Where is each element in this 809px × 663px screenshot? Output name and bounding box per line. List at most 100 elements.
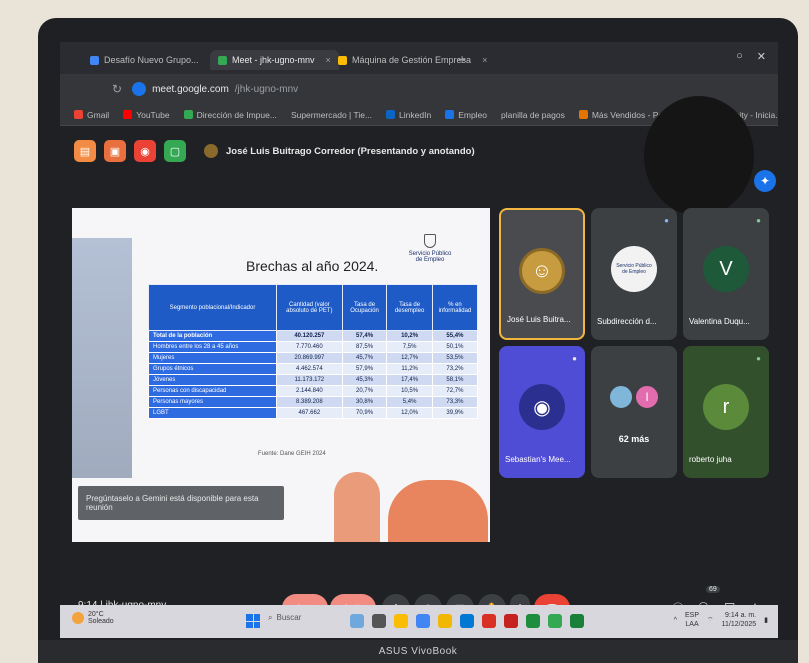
table-cell: 57,9% [341, 363, 388, 375]
presented-slide: Brechas al año 2024. Servicio Público de… [72, 208, 490, 542]
app-icon[interactable] [482, 614, 496, 628]
participant-name: Subdirección d... [597, 317, 657, 326]
taskbar-apps [350, 614, 584, 628]
dian-icon [183, 110, 193, 119]
table-cell: 30,8% [341, 396, 388, 408]
participant-tile[interactable]: ● V Valentina Duqu... [683, 208, 769, 340]
task-view-icon[interactable] [372, 614, 386, 628]
app-icon[interactable] [504, 614, 518, 628]
clock-date: 11/12/2025 [721, 621, 757, 628]
chevron-up-icon[interactable]: ^ [674, 617, 677, 624]
bookmark-label: Gmail [87, 109, 110, 120]
gmail-icon [74, 110, 83, 119]
table-cell: 11.173.172 [276, 374, 343, 386]
tab-favicon [90, 55, 99, 65]
table-cell: Grupos étnicos [148, 363, 277, 375]
tab-maquina[interactable]: Máquina de Gestión Empresa × [330, 50, 495, 70]
bookmark-dian[interactable]: Dirección de Impue... [183, 109, 277, 120]
table-cell: 57,4% [341, 330, 388, 342]
bookmark-youtube[interactable]: YouTube [123, 110, 170, 120]
url-field[interactable]: meet.google.com/jhk-ugno-mnv [132, 82, 298, 96]
close-icon[interactable]: × [482, 55, 487, 65]
chart-icon [578, 110, 588, 119]
record-icon[interactable]: ◉ [134, 140, 156, 162]
edge-icon[interactable] [460, 614, 474, 628]
avatar: V [703, 246, 749, 292]
bookmark-linkedin[interactable]: LinkedIn [386, 110, 431, 120]
bookmark-supermercado[interactable]: Supermercado | Tie... [291, 110, 372, 120]
minimize-icon[interactable]: ○ [736, 50, 743, 63]
table-cell: Mujeres [148, 352, 277, 364]
avatar-wrap: ☺ [501, 248, 583, 294]
windows-start-icon[interactable] [246, 614, 260, 628]
tab-label: Desafío Nuevo Grupo... [104, 55, 199, 65]
notification-icon[interactable]: ▮ [764, 616, 768, 624]
weather-widget[interactable]: 20°C Soleado [72, 611, 114, 625]
language-indicator[interactable]: ESP LAA [685, 611, 699, 629]
new-tab-button[interactable]: + [458, 51, 466, 67]
table-row: Total de la población 40.120.257 57,4% 10,2… [148, 330, 479, 342]
close-window-icon[interactable]: ✕ [757, 50, 766, 63]
mic-icon: ● [572, 354, 577, 363]
slide-decoration [334, 472, 380, 542]
tab-meet[interactable]: Meet - jhk-ugno-mnv × [210, 50, 339, 70]
participant-tile[interactable]: ☺ José Luis Buitra... [499, 208, 585, 340]
more-count: 62 más [618, 434, 650, 444]
participant-tile[interactable]: ● ◉ Sebastian's Mee... [499, 346, 585, 478]
bookmark-label: Dirección de Impue... [196, 109, 277, 120]
widgets-icon[interactable] [350, 614, 364, 628]
app-icon[interactable] [570, 614, 584, 628]
table-row: Hombres entre los 28 a 45 años 7.770.460 8… [148, 341, 479, 353]
more-participants-tile[interactable]: I 62 más [591, 346, 677, 478]
chrome-icon[interactable] [416, 614, 430, 628]
reload-icon[interactable]: ↻ [112, 82, 122, 96]
youtube-icon [123, 110, 133, 119]
laptop-brand: ASUS VivoBook [378, 646, 458, 657]
participant-tile[interactable]: ● r roberto juha [683, 346, 769, 478]
participant-tile[interactable]: ● Servicio Público de Empleo Subdirecció… [591, 208, 677, 340]
wifi-icon[interactable]: ⌔ [707, 616, 714, 625]
participant-name: José Luis Buitra... [507, 315, 571, 324]
table-cell: 50,1% [431, 341, 479, 353]
tab-desafio[interactable]: Desafío Nuevo Grupo... [82, 50, 207, 70]
present-icon[interactable]: ▢ [164, 140, 186, 162]
table-header: Tasa de Ocupación [341, 284, 388, 331]
doc-icon[interactable]: ▣ [104, 140, 126, 162]
clock[interactable]: 9:14 a. m. 11/12/2025 [722, 611, 757, 629]
gemini-tip[interactable]: Pregúntaselo a Gemini está disponible pa… [78, 486, 284, 520]
table-cell: Jóvenes [148, 374, 277, 386]
avatar-wrap: V [683, 246, 769, 292]
bookmark-planilla[interactable]: planilla de pagos [501, 110, 565, 120]
mic-icon: ● [756, 354, 761, 363]
system-tray: ^ ESP LAA ⌔ 9:14 a. m. 11/12/2025 ▮ [674, 611, 768, 629]
folder-icon[interactable] [438, 614, 452, 628]
table-cell: Total de la población [148, 330, 277, 342]
browser-tab-bar: Desafío Nuevo Grupo... Meet - jhk-ugno-m… [60, 42, 778, 74]
taskbar-search[interactable]: ⌕ Buscar [268, 613, 301, 623]
app-icon[interactable] [526, 614, 540, 628]
tab-label: Máquina de Gestión Empresa [352, 55, 472, 65]
avatar: ☺ [519, 248, 565, 294]
bookmark-label: Empleo [458, 109, 488, 120]
presenter-bar: ▤ ▣ ◉ ▢ José Luis Buitrago Corredor (Pre… [74, 138, 475, 164]
file-explorer-icon[interactable] [394, 614, 408, 628]
table-row: LGBT 467.662 70,9% 12,0% 39,9% [148, 407, 479, 419]
participant-name: Valentina Duqu... [689, 317, 750, 326]
gemini-button[interactable]: ✦ [754, 170, 776, 192]
table-cell: 8.389.208 [276, 396, 343, 408]
table-cell: 7.770.460 [276, 341, 343, 353]
table-cell: 73,3% [431, 396, 479, 408]
app-icon[interactable] [548, 614, 562, 628]
table-cell: 87,5% [341, 341, 388, 353]
table-cell: 2.144.840 [276, 385, 343, 397]
table-row: Personas con discapacidad 2.144.840 20,7% 1… [148, 385, 479, 397]
table-header: Cantidad (valor absoluto de PET) [276, 284, 343, 331]
file-icon[interactable]: ▤ [74, 140, 96, 162]
participant-name: Sebastian's Mee... [505, 455, 571, 464]
empleo-icon [445, 110, 455, 119]
table-row: Grupos étnicos 4.462.574 57,9% 11,2% 73,2% [148, 363, 479, 375]
tab-label: Meet - jhk-ugno-mnv [232, 55, 315, 65]
bookmark-empleo[interactable]: Empleo [445, 110, 487, 120]
bookmark-gmail[interactable]: Gmail [74, 110, 109, 120]
bookmark-label: Supermercado | Tie... [290, 109, 373, 120]
